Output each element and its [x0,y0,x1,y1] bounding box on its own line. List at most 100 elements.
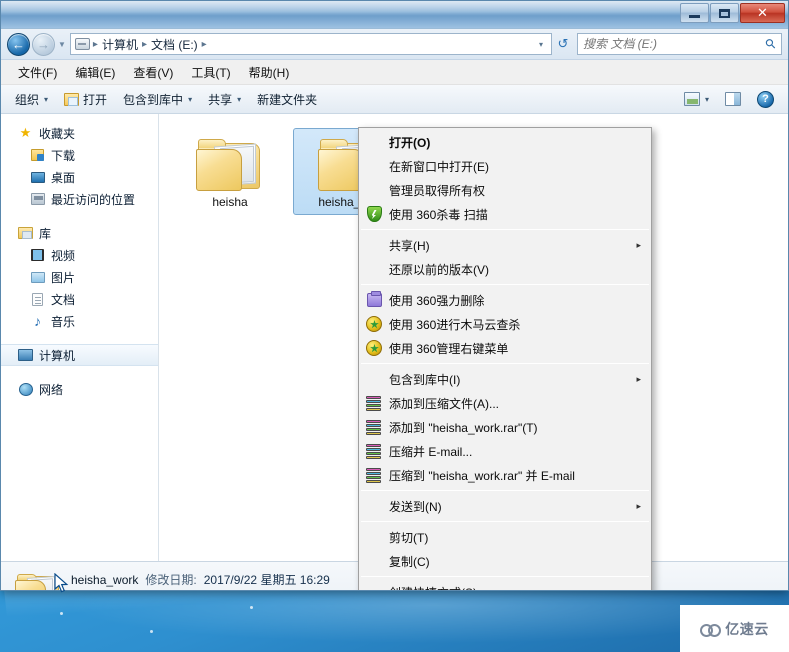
menu-separator [361,363,649,364]
sidebar-item-libraries[interactable]: 库 [1,222,158,244]
context-menu-item[interactable]: 使用 360杀毒 扫描 [359,202,651,226]
search-input[interactable] [583,37,767,51]
recent-places-icon [29,193,46,205]
sidebar-item-network[interactable]: 网络 [1,378,158,400]
help-button[interactable]: ? [749,88,782,111]
video-icon [29,249,46,261]
menu-separator [361,229,649,230]
menu-file[interactable]: 文件(F) [9,61,66,84]
forward-button[interactable]: → [32,32,55,56]
context-menu-item[interactable]: 还原以前的版本(V) [359,257,651,281]
chevron-down-icon: ▾ [704,94,709,104]
context-menu-item[interactable]: 压缩到 "heisha_work.rar" 并 E-mail [359,463,651,487]
organize-button[interactable]: 组织 ▾ [7,88,56,111]
submenu-arrow-icon: ▸ [636,500,641,511]
details-line-1: heisha_work 修改日期: 2017/9/22 星期五 16:29 [71,571,330,588]
close-button[interactable]: ✕ [740,3,785,23]
breadcrumb-separator: ▸ [92,38,98,50]
maximize-button[interactable] [710,3,739,23]
explorer-window: ✕ ← → ▼ ▸ 计算机 ▸ 文档 (E:) ▸ ▾ ↺ ⚲ 文件(F) 编辑… [0,0,789,591]
site-watermark: 亿速云 [680,605,789,652]
sidebar-item-music[interactable]: ♪ 音乐 [1,310,158,332]
breadcrumb-separator: ▸ [141,38,147,50]
new-folder-button[interactable]: 新建文件夹 [249,88,325,111]
include-in-library-button[interactable]: 包含到库中 ▾ [115,88,200,111]
menu-view[interactable]: 查看(V) [124,61,182,84]
address-bar: ← → ▼ ▸ 计算机 ▸ 文档 (E:) ▸ ▾ ↺ ⚲ [1,29,788,60]
breadcrumb-item-documents[interactable]: 文档 (E:) [148,36,201,53]
context-menu-item[interactable]: 添加到压缩文件(A)... [359,391,651,415]
context-menu-item-label: 添加到 "heisha_work.rar"(T) [389,420,538,435]
wallpaper-sparkle [60,612,63,615]
chevron-down-icon[interactable]: ▾ [535,40,547,49]
breadcrumb-item-computer[interactable]: 计算机 [99,36,141,53]
sidebar-item-downloads[interactable]: 下载 [1,144,158,166]
sidebar-item-documents[interactable]: 文档 [1,288,158,310]
menu-tools[interactable]: 工具(T) [182,61,239,84]
sidebar-item-videos[interactable]: 视频 [1,244,158,266]
context-menu-item[interactable]: 剪切(T) [359,525,651,549]
context-menu-item-label: 在新窗口中打开(E) [389,159,489,174]
open-label: 打开 [83,92,108,107]
submenu-arrow-icon: ▸ [636,239,641,250]
sidebar-label: 桌面 [51,170,76,185]
breadcrumb-separator: ▸ [201,38,207,50]
context-menu-item[interactable]: 压缩并 E-mail... [359,439,651,463]
context-menu-item[interactable]: 在新窗口中打开(E) [359,154,651,178]
desktop-icon [29,171,46,183]
sidebar-label: 最近访问的位置 [51,192,136,207]
chevron-down-icon: ▾ [237,94,242,104]
context-menu-item[interactable]: 添加到 "heisha_work.rar"(T) [359,415,651,439]
share-button[interactable]: 共享 ▾ [200,88,249,111]
sidebar-label: 库 [39,226,52,241]
context-menu-item-label: 使用 360杀毒 扫描 [389,207,488,222]
pictures-icon [29,271,46,283]
context-menu-item[interactable]: 复制(C) [359,549,651,573]
file-name-label: heisha [212,195,248,209]
context-menu-item-label: 创建快捷方式(S) [389,584,651,591]
sidebar-label: 文档 [51,292,76,307]
wallpaper-sparkle [150,630,153,633]
maximize-icon [719,8,730,18]
library-icon [17,227,34,239]
breadcrumb[interactable]: ▸ 计算机 ▸ 文档 (E:) ▸ ▾ [69,33,552,55]
new-folder-label: 新建文件夹 [257,92,318,107]
menu-help[interactable]: 帮助(H) [240,61,299,84]
sidebar-item-desktop[interactable]: 桌面 [1,166,158,188]
context-menu-item[interactable]: 打开(O) [359,130,651,154]
window-controls: ✕ [679,3,785,23]
context-menu-item-label: 打开(O) [389,135,431,150]
context-menu-item[interactable]: 包含到库中(I) ▸ [359,367,651,391]
winrar-icon [366,395,382,411]
mouse-cursor [54,573,69,593]
change-view-button[interactable]: ▾ [676,89,717,109]
preview-pane-button[interactable] [717,89,749,109]
history-dropdown-icon[interactable]: ▼ [58,40,66,49]
context-menu-item[interactable]: 使用 360管理右键菜单 [359,336,651,360]
context-menu-item[interactable]: 发送到(N) ▸ [359,494,651,518]
sidebar-item-recent-places[interactable]: 最近访问的位置 [1,188,158,210]
network-icon [17,382,34,396]
refresh-button[interactable]: ↺ [552,33,574,55]
context-menu-item[interactable]: 使用 360进行木马云查杀 [359,312,651,336]
file-item-heisha[interactable]: heisha [171,128,289,215]
titlebar-gloss [1,1,788,28]
search-box[interactable]: ⚲ [577,33,782,55]
open-button[interactable]: 打开 [56,88,115,111]
minimize-button[interactable] [680,3,709,23]
context-menu-item[interactable]: 管理员取得所有权 [359,178,651,202]
menu-edit[interactable]: 编辑(E) [66,61,124,84]
context-menu-item[interactable]: 共享(H) ▸ [359,233,651,257]
context-menu[interactable]: 打开(O) 在新窗口中打开(E) 管理员取得所有权使用 360杀毒 扫描共享(H) ▸… [358,127,652,591]
context-menu-item[interactable]: 使用 360强力删除 [359,288,651,312]
sidebar-item-computer[interactable]: 计算机 [1,344,158,366]
sidebar-item-favorites[interactable]: ★ 收藏夹 [1,122,158,144]
sidebar-item-pictures[interactable]: 图片 [1,266,158,288]
back-button[interactable]: ← [7,32,30,56]
menu-bar: 文件(F) 编辑(E) 查看(V) 工具(T) 帮助(H) [1,60,788,85]
context-menu-item[interactable]: 创建快捷方式(S) [359,580,651,591]
sidebar-label: 视频 [51,248,76,263]
menu-separator [361,576,649,577]
